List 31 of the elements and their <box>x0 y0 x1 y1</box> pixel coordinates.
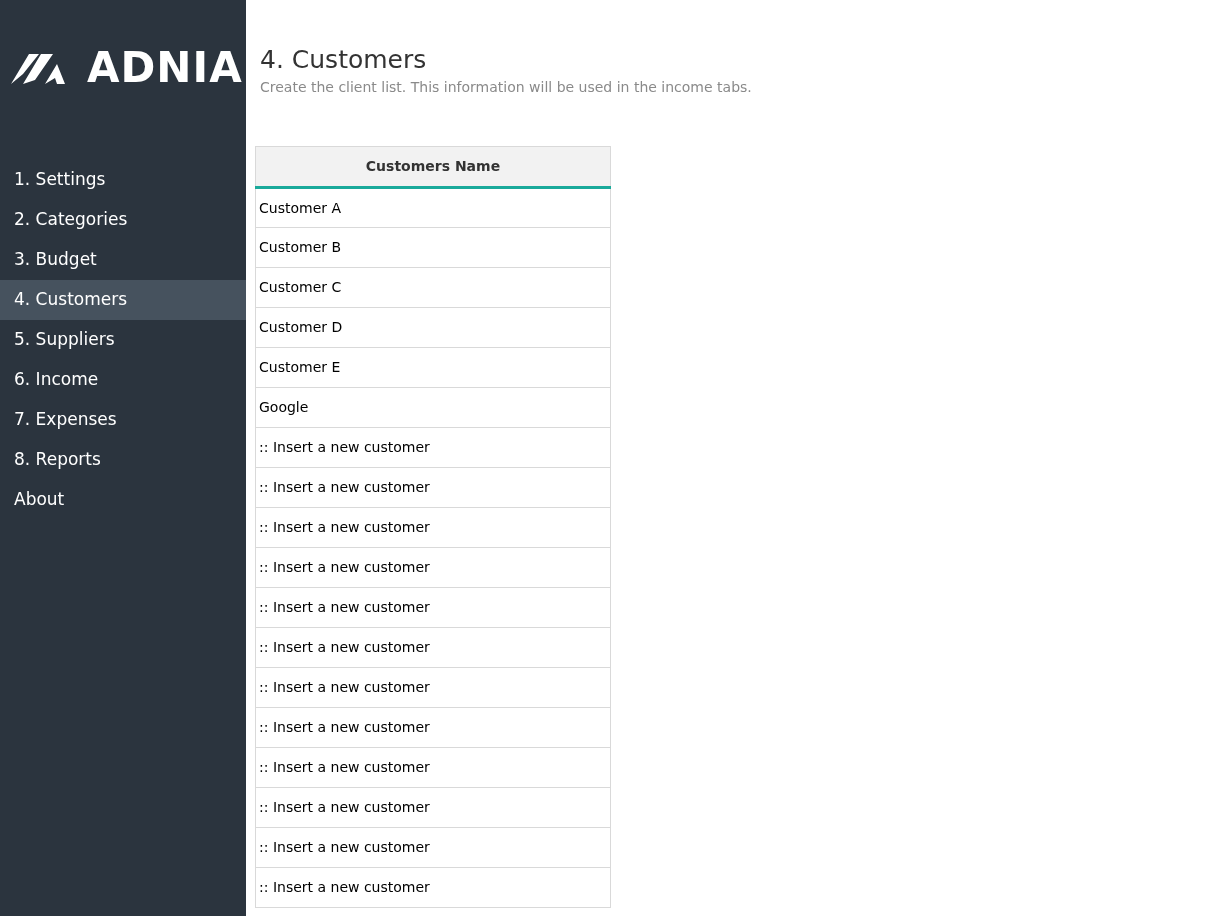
table-cell: Customer A <box>255 187 611 228</box>
table-cell: Customer E <box>255 347 611 388</box>
table-cell: Customer D <box>255 307 611 348</box>
column-header: Customers Name <box>255 146 611 188</box>
table-cell: :: Insert a new customer <box>255 707 611 748</box>
table-cell: :: Insert a new customer <box>255 867 611 908</box>
table-cell: Customer B <box>255 227 611 268</box>
nav-item[interactable]: 4. Customers <box>0 280 246 320</box>
nav-item[interactable]: 2. Categories <box>0 200 246 240</box>
table-cell: :: Insert a new customer <box>255 827 611 868</box>
table-cell: :: Insert a new customer <box>255 667 611 708</box>
table-cell: :: Insert a new customer <box>255 427 611 468</box>
table-cell: :: Insert a new customer <box>255 747 611 788</box>
table-cell: :: Insert a new customer <box>255 507 611 548</box>
nav-item[interactable]: 8. Reports <box>0 440 246 480</box>
table-cell: :: Insert a new customer <box>255 787 611 828</box>
page-subtitle: Create the client list. This information will be used in the income tabs. <box>259 78 753 97</box>
nav-item[interactable]: 7. Expenses <box>0 400 246 440</box>
table-cell: Google <box>255 387 611 428</box>
table-cell: :: Insert a new customer <box>255 627 611 668</box>
nav-item[interactable]: 1. Settings <box>0 160 246 200</box>
nav-item[interactable]: 5. Suppliers <box>0 320 246 360</box>
nav-item[interactable]: 6. Income <box>0 360 246 400</box>
nav-item[interactable]: 3. Budget <box>0 240 246 280</box>
table-cell: :: Insert a new customer <box>255 547 611 588</box>
logo-text: ADNIA <box>87 47 243 89</box>
page-title: 4. Customers <box>259 44 428 76</box>
table-cell: :: Insert a new customer <box>255 587 611 628</box>
table-cell: :: Insert a new customer <box>255 467 611 508</box>
table-cell: Customer C <box>255 267 611 308</box>
nav-item[interactable]: About <box>0 480 246 520</box>
